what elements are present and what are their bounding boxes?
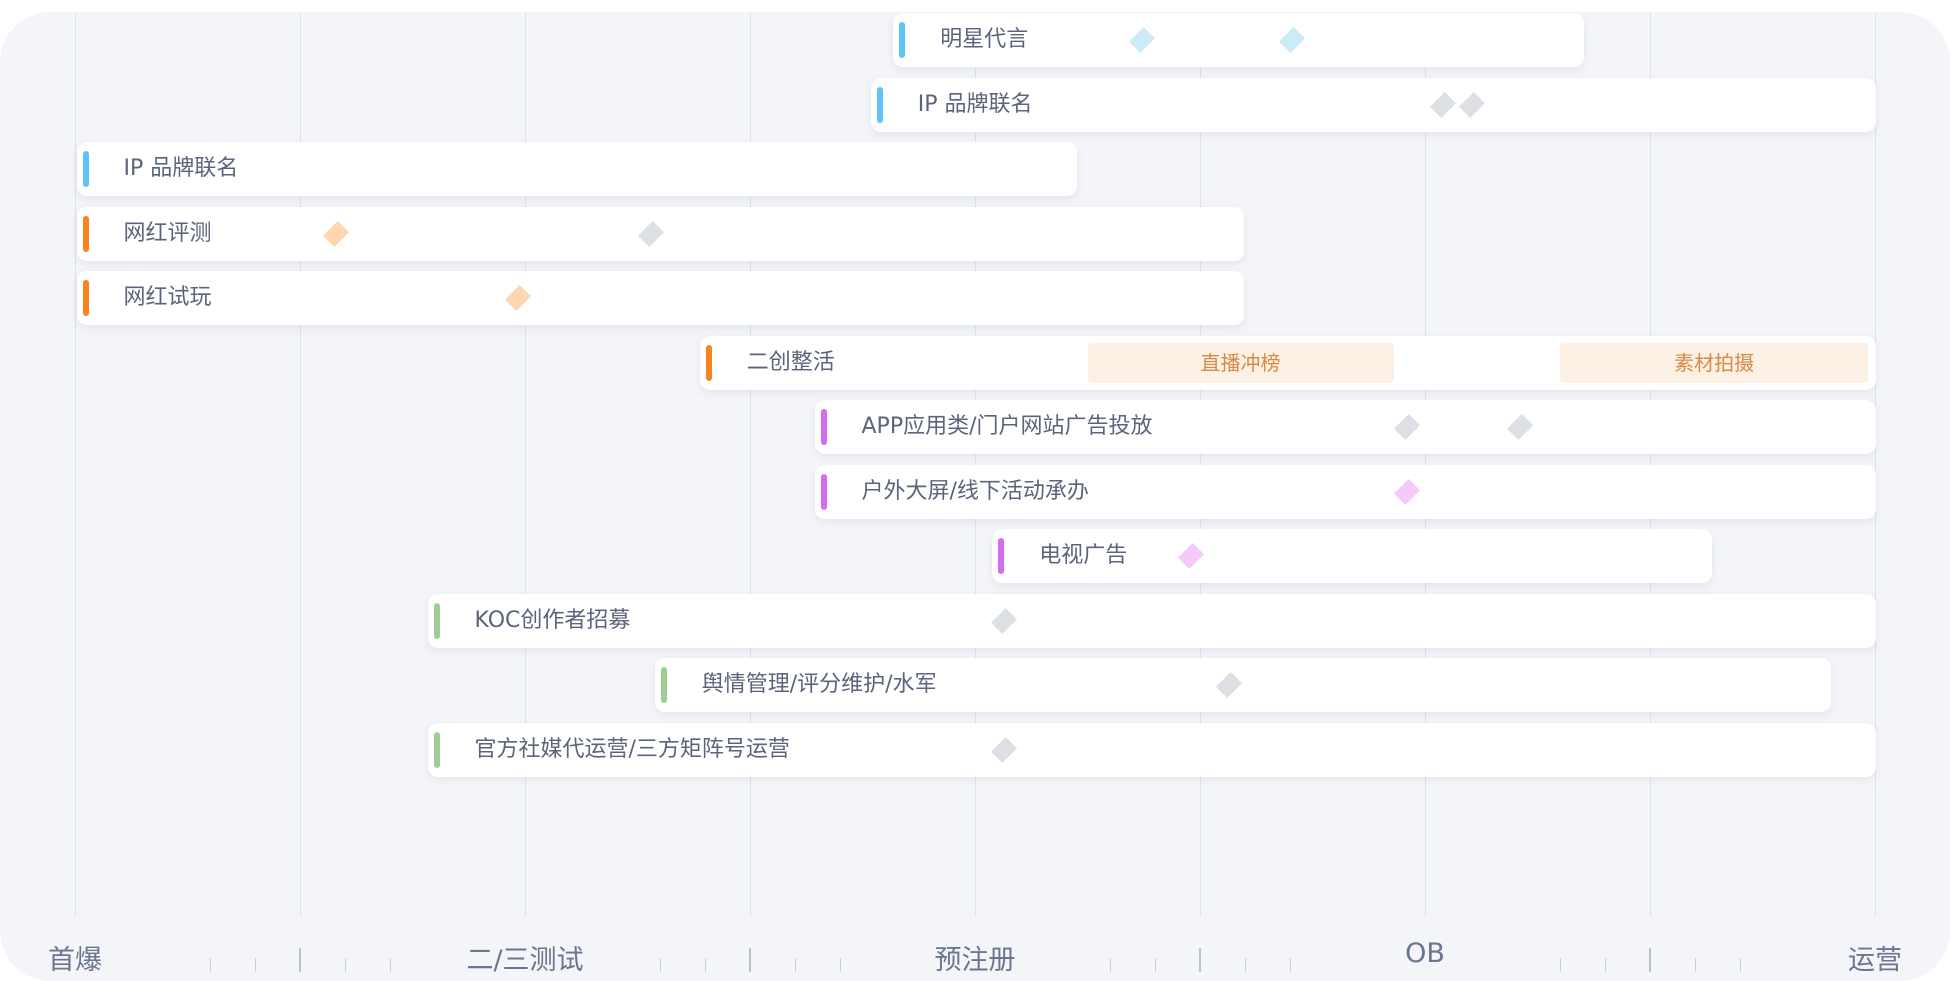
axis-minor-tick bbox=[1155, 958, 1156, 972]
axis-milestone-label: OB bbox=[1405, 938, 1445, 969]
task-label: KOC创作者招募 bbox=[474, 607, 631, 633]
task-color-marker bbox=[82, 215, 89, 252]
sub-task-chip[interactable]: 素材拍摄 bbox=[1560, 342, 1869, 383]
axis-minor-tick bbox=[1560, 958, 1561, 972]
task-color-marker bbox=[82, 280, 89, 316]
task-label: 网红试玩 bbox=[123, 285, 212, 310]
axis-minor-tick bbox=[345, 958, 346, 972]
gantt-chart: 明星代言 IP 品牌联名 IP 品牌联名 网红评测 网红试玩 二创整活 直播冲榜 素材拍摄 AP… bbox=[0, 0, 1950, 981]
task-label: 电视广告 bbox=[1039, 543, 1128, 568]
axis-minor-tick bbox=[795, 958, 796, 972]
task-bar[interactable]: 明星代言 bbox=[893, 13, 1584, 67]
axis-minor-tick bbox=[255, 958, 256, 972]
axis-minor-tick bbox=[210, 958, 211, 972]
grid-line bbox=[1874, 12, 1876, 917]
task-bar[interactable]: 二创整活 直播冲榜 素材拍摄 bbox=[699, 335, 1876, 390]
task-label: APP应用类/门户网站广告投放 bbox=[861, 414, 1153, 439]
task-label: 舆情管理/评分维护/水军 bbox=[701, 672, 937, 697]
axis-minor-tick bbox=[1110, 958, 1111, 972]
axis-milestone-label: 运营 bbox=[1848, 945, 1902, 976]
task-bar[interactable]: 舆情管理/评分维护/水军 bbox=[654, 658, 1831, 712]
task-bar[interactable]: KOC创作者招募 bbox=[427, 593, 1876, 648]
task-bar[interactable]: IP 品牌联名 bbox=[76, 142, 1078, 196]
task-label: 户外大屏/线下活动承办 bbox=[861, 478, 1089, 504]
task-color-marker bbox=[660, 667, 667, 703]
task-color-marker bbox=[820, 473, 827, 510]
task-label: IP 品牌联名 bbox=[123, 156, 239, 181]
axis-minor-tick bbox=[1740, 958, 1741, 972]
task-color-marker bbox=[899, 22, 906, 58]
task-label: IP 品牌联名 bbox=[917, 91, 1033, 117]
axis-major-tick bbox=[1199, 948, 1201, 972]
axis-minor-tick bbox=[705, 958, 706, 972]
task-bar[interactable]: IP 品牌联名 bbox=[870, 77, 1876, 132]
task-label: 网红评测 bbox=[123, 220, 212, 246]
task-bar[interactable]: APP应用类/门户网站广告投放 bbox=[814, 400, 1876, 454]
task-color-marker bbox=[82, 151, 89, 187]
sub-task-chip[interactable]: 直播冲榜 bbox=[1087, 342, 1394, 383]
task-color-marker bbox=[433, 602, 440, 639]
task-color-marker bbox=[433, 731, 440, 768]
task-label: 官方社媒代运营/三方矩阵号运营 bbox=[474, 736, 790, 762]
axis-major-tick bbox=[749, 948, 751, 972]
task-label: 二创整活 bbox=[746, 349, 835, 375]
task-color-marker bbox=[820, 409, 827, 445]
axis-minor-tick bbox=[1605, 958, 1606, 972]
axis-milestone-label: 预注册 bbox=[934, 945, 1016, 976]
task-bar[interactable]: 电视广告 bbox=[992, 529, 1712, 583]
axis-minor-tick bbox=[390, 958, 391, 972]
task-label: 明星代言 bbox=[940, 27, 1029, 52]
axis-minor-tick bbox=[1245, 958, 1246, 972]
axis-minor-tick bbox=[1695, 958, 1696, 972]
axis-major-tick bbox=[299, 948, 301, 972]
axis-minor-tick bbox=[660, 958, 661, 972]
task-color-marker bbox=[876, 86, 883, 123]
task-color-marker bbox=[998, 538, 1005, 574]
axis-milestone-label: 二/三测试 bbox=[466, 945, 584, 976]
axis-minor-tick bbox=[840, 958, 841, 972]
axis-milestone-label: 首爆 bbox=[48, 945, 102, 976]
axis-major-tick bbox=[1649, 948, 1651, 972]
task-color-marker bbox=[705, 344, 712, 381]
task-bar[interactable]: 官方社媒代运营/三方矩阵号运营 bbox=[427, 722, 1876, 777]
task-bar[interactable]: 户外大屏/线下活动承办 bbox=[814, 464, 1876, 519]
axis-minor-tick bbox=[1290, 958, 1291, 972]
grid-line bbox=[74, 12, 76, 917]
task-bar[interactable]: 网红试玩 bbox=[76, 271, 1244, 325]
